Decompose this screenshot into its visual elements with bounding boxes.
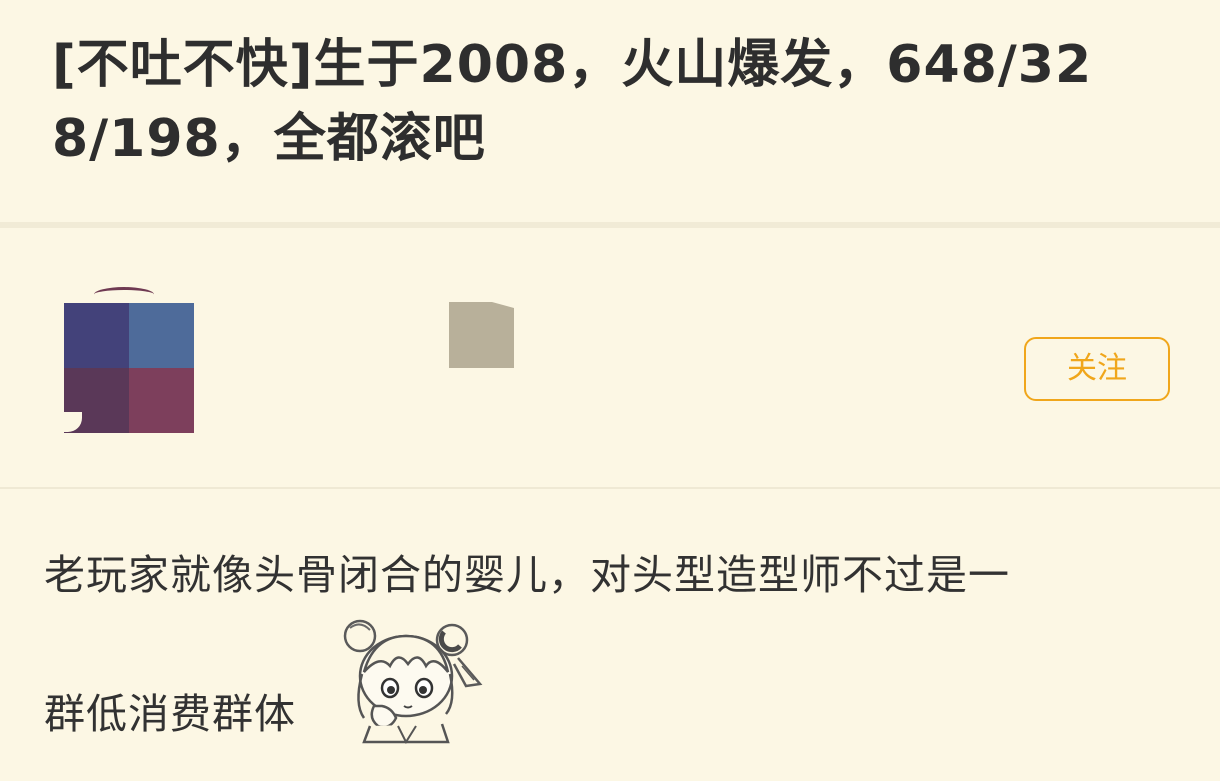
content-line: 老玩家就像头骨闭合的婴儿，对头型造型师不过是一 [44, 551, 1010, 599]
content-line: 群低消费群体 [44, 690, 296, 738]
avatar-arc [94, 287, 154, 302]
avatar[interactable] [64, 284, 194, 433]
chibi-girl-sticker-icon [343, 619, 483, 744]
follow-button[interactable]: 关注 [1024, 337, 1170, 401]
avatar-pixel [64, 303, 129, 368]
post-title-section: [不吐不快]生于2008，火山爆发，648/328/198，全都滚吧 [0, 0, 1220, 222]
author-divider [0, 487, 1220, 489]
post-title: [不吐不快]生于2008，火山爆发，648/328/198，全都滚吧 [52, 35, 1093, 169]
avatar-pixel [129, 368, 194, 433]
user-badge-icon [449, 302, 514, 368]
author-row: 关注 [0, 228, 1220, 487]
avatar-pixel [129, 303, 194, 368]
